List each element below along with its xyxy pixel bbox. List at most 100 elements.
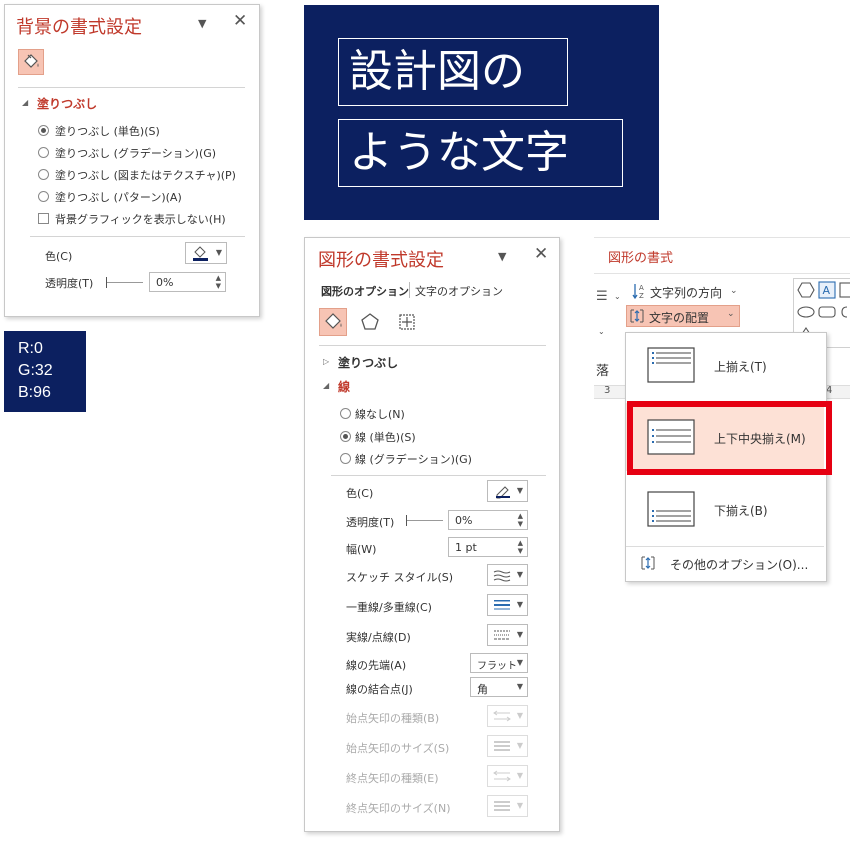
dash-type-label: 実線/点線(D): [346, 631, 411, 644]
hexagon-shape-icon: [797, 282, 815, 298]
highlight-frame: [627, 401, 832, 475]
end-arrow-size-picker[interactable]: ▼: [487, 795, 528, 817]
arrow-type-icon: [493, 770, 511, 782]
rectangle-shape-icon: [839, 282, 850, 298]
option-pattern-fill[interactable]: 塗りつぶし (パターン)(A): [55, 189, 182, 205]
spin-up-icon[interactable]: ▲: [216, 274, 221, 282]
fill-tab[interactable]: [18, 49, 44, 75]
chevron-down-icon: ▼: [516, 658, 523, 667]
paint-bucket-icon: [193, 246, 208, 261]
spin-down-icon[interactable]: ▼: [518, 520, 523, 528]
section-line-header[interactable]: 線: [338, 378, 350, 395]
begin-arrow-type-picker[interactable]: ▼: [487, 705, 528, 727]
radio-picture-fill[interactable]: [38, 169, 49, 180]
panel-options-icon[interactable]: ▼: [498, 250, 506, 263]
hide-graphics-label[interactable]: 背景グラフィックを表示しない(H): [55, 211, 226, 227]
rounded-rect-shape-icon: [818, 306, 836, 318]
option-solid-fill[interactable]: 塗りつぶし (単色)(S): [55, 123, 160, 139]
compound-type-label: 一重線/多重線(C): [346, 601, 432, 614]
list-icon[interactable]: ☰: [596, 289, 608, 304]
end-arrow-type-picker[interactable]: ▼: [487, 765, 528, 787]
fill-line-tab[interactable]: [319, 308, 347, 336]
line-transparency-slider[interactable]: [406, 515, 443, 526]
join-type-select[interactable]: 角 ▼: [470, 677, 528, 697]
divider: [18, 87, 245, 88]
size-properties-icon[interactable]: [396, 311, 418, 333]
spin-down-icon[interactable]: ▼: [216, 282, 221, 290]
option-solid-line[interactable]: 線 (単色)(S): [355, 429, 416, 445]
chevron-down-icon: ▼: [516, 741, 523, 750]
tab-text-options[interactable]: 文字のオプション: [415, 283, 503, 299]
section-fill-header[interactable]: 塗りつぶし: [338, 354, 398, 371]
chevron-down-icon[interactable]: ⌄: [614, 292, 621, 301]
begin-arrow-type-label: 始点矢印の種類(B): [346, 712, 440, 725]
collapse-arrow-icon[interactable]: ◢: [22, 98, 28, 107]
radio-solid-line[interactable]: [340, 431, 351, 442]
dash-type-picker[interactable]: ▼: [487, 624, 528, 646]
line-width-label: 幅(W): [346, 543, 377, 556]
tab-shape-options[interactable]: 図形のオプション: [321, 283, 409, 299]
spin-up-icon[interactable]: ▲: [518, 512, 523, 520]
radio-solid-fill[interactable]: [38, 125, 49, 136]
close-icon[interactable]: ✕: [233, 11, 247, 31]
panel-options-icon[interactable]: ▼: [198, 17, 206, 30]
transparency-slider[interactable]: [106, 277, 143, 288]
background-format-panel: 背景の書式設定 ▼ ✕ ◢ 塗りつぶし 塗りつぶし (単色)(S) 塗りつぶし …: [4, 4, 260, 317]
option-picture-fill[interactable]: 塗りつぶし (図またはテクスチャ)(P): [55, 167, 236, 183]
panel-title: 背景の書式設定: [16, 17, 142, 38]
line-transparency-label: 透明度(T): [346, 516, 395, 529]
slide-text-line1: 設計図の: [349, 46, 525, 97]
close-icon[interactable]: ✕: [534, 244, 548, 264]
menu-label-align-top: 上揃え(T): [714, 360, 767, 374]
radio-gradient-line[interactable]: [340, 453, 351, 464]
ribbon-line-below-tabs: [594, 273, 850, 274]
chevron-down-icon: ▼: [516, 570, 523, 579]
line-width-input[interactable]: 1 pt ▲ ▼: [448, 537, 528, 557]
pentagon-effects-icon[interactable]: [359, 311, 381, 333]
radio-no-line[interactable]: [340, 408, 351, 419]
partial-group-label: 落: [596, 364, 610, 379]
option-gradient-fill[interactable]: 塗りつぶし (グラデーション)(G): [55, 145, 216, 161]
option-no-line[interactable]: 線なし(N): [355, 406, 405, 422]
ribbon-tab-title[interactable]: 図形の書式: [608, 247, 673, 266]
arrow-size-icon: [494, 801, 510, 811]
align-bottom-icon: [647, 491, 695, 527]
cap-type-select[interactable]: フラット ▼: [470, 653, 528, 673]
begin-arrow-size-picker[interactable]: ▼: [487, 735, 528, 757]
expand-arrow-icon[interactable]: ▷: [323, 357, 329, 366]
menu-item-align-top[interactable]: 上揃え(T): [626, 333, 824, 397]
compound-line-icon: [494, 600, 510, 610]
text-direction-button[interactable]: 文字列の方向: [650, 284, 722, 301]
text-direction-icon[interactable]: A Z: [630, 282, 648, 300]
hide-graphics-checkbox[interactable]: [38, 213, 49, 224]
line-transparency-input[interactable]: 0% ▲ ▼: [448, 510, 528, 530]
begin-arrow-size-label: 始点矢印のサイズ(S): [346, 742, 450, 755]
radio-gradient-fill[interactable]: [38, 147, 49, 158]
menu-label-more-options: その他のオプション(O)...: [670, 558, 809, 572]
sketch-style-picker[interactable]: ▼: [487, 564, 528, 586]
slide-preview: 設計図の ような文字: [304, 5, 659, 220]
panel-title: 図形の書式設定: [318, 250, 444, 271]
chevron-down-icon[interactable]: ⌄: [598, 327, 605, 336]
divider: [30, 236, 245, 237]
rgb-value-box: R:0 G:32 B:96: [4, 331, 86, 412]
arrow-type-icon: [493, 710, 511, 722]
transparency-input[interactable]: 0% ▲ ▼: [149, 272, 226, 292]
menu-item-align-bottom[interactable]: 下揃え(B): [626, 477, 824, 541]
line-color-picker[interactable]: ▼: [487, 480, 528, 502]
slide-text-line2-box: ような文字: [338, 119, 623, 187]
option-gradient-line[interactable]: 線 (グラデーション)(G): [355, 451, 472, 467]
transparency-label: 透明度(T): [45, 277, 94, 290]
radio-pattern-fill[interactable]: [38, 191, 49, 202]
menu-item-more-options[interactable]: その他のオプション(O)...: [626, 549, 824, 579]
chevron-down-icon: ▼: [516, 801, 523, 810]
color-picker[interactable]: ▼: [185, 242, 227, 264]
spin-up-icon[interactable]: ▲: [518, 539, 523, 547]
spin-down-icon[interactable]: ▼: [518, 547, 523, 555]
align-text-button[interactable]: 文字の配置 ⌄: [626, 305, 740, 327]
section-fill-header[interactable]: 塗りつぶし: [37, 95, 97, 112]
divider: [319, 345, 546, 346]
chevron-down-icon: ▼: [516, 771, 523, 780]
collapse-arrow-icon[interactable]: ◢: [323, 381, 329, 390]
compound-type-picker[interactable]: ▼: [487, 594, 528, 616]
